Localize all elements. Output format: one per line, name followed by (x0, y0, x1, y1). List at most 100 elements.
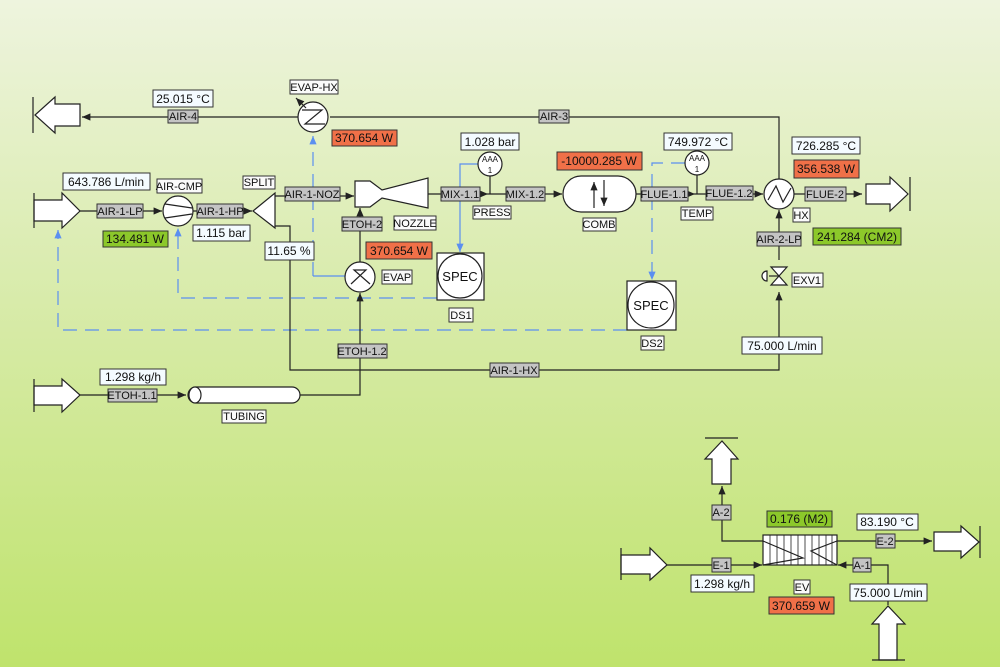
stream-a-1[interactable]: A-1 (852, 557, 872, 573)
block-label-ev: EV (793, 579, 811, 595)
stream-flue-1-2[interactable]: FLUE-1.2 (705, 185, 754, 201)
svg-text:AIR-2-LP: AIR-2-LP (756, 234, 801, 246)
block-label-tubing: TUBING (221, 409, 267, 424)
svg-text:SPLIT: SPLIT (244, 177, 275, 189)
svg-text:1.298 kg/h: 1.298 kg/h (694, 577, 750, 591)
combustor[interactable] (562, 175, 637, 213)
svg-text:TUBING: TUBING (223, 411, 265, 423)
svg-text:726.285 °C: 726.285 °C (796, 139, 857, 153)
stream-mix-1-1[interactable]: MIX-1.1 (440, 186, 481, 202)
stream-air-2-lp[interactable]: AIR-2-LP (756, 231, 802, 247)
air-compressor[interactable] (162, 195, 194, 227)
hx-area: 241.284 (CM2) (812, 227, 902, 246)
svg-text:SPEC: SPEC (442, 269, 477, 284)
svg-text:EVAP-HX: EVAP-HX (290, 82, 338, 94)
svg-text:1: 1 (695, 165, 700, 174)
svg-text:DS2: DS2 (641, 338, 662, 350)
block-label-air-cmp: AIR-CMP (156, 178, 203, 194)
temp-reading: 749.972 °C (663, 132, 733, 151)
svg-text:1.298 kg/h: 1.298 kg/h (105, 370, 161, 384)
ev-heat-exchanger[interactable] (762, 534, 838, 566)
svg-text:1.028 bar: 1.028 bar (465, 135, 516, 149)
block-label-split: SPLIT (242, 175, 276, 190)
svg-text:370.654 W: 370.654 W (335, 131, 394, 145)
ev-area: 0.176 (M2) (766, 510, 833, 528)
svg-text:AIR-1-HX: AIR-1-HX (490, 365, 538, 377)
stream-mix-1-2[interactable]: MIX-1.2 (505, 186, 546, 202)
svg-text:ETOH-2: ETOH-2 (342, 219, 382, 231)
svg-text:AAA: AAA (689, 154, 706, 163)
block-label-press: PRESS (472, 205, 512, 220)
svg-text:COMB: COMB (583, 219, 616, 231)
stream-air-3[interactable]: AIR-3 (538, 109, 570, 124)
tubing[interactable] (187, 386, 301, 404)
svg-text:25.015 °C: 25.015 °C (156, 92, 210, 106)
stream-etoh-1-2[interactable]: ETOH-1.2 (337, 343, 388, 359)
svg-text:75.000 L/min: 75.000 L/min (853, 586, 922, 600)
stream-e-1[interactable]: E-1 (711, 557, 732, 573)
hx-duty: 356.538 W (793, 159, 860, 179)
evap-duty: 370.654 W (365, 241, 433, 260)
svg-text:1: 1 (488, 166, 493, 175)
block-label-nozzle: NOZZLE (393, 215, 437, 231)
stream-air-4[interactable]: AIR-4 (167, 109, 199, 124)
svg-text:HX: HX (793, 210, 809, 222)
stream-a-2[interactable]: A-2 (711, 504, 732, 521)
temp-meter[interactable]: AAA 1 (684, 150, 710, 176)
ev-duty: 370.659 W (768, 596, 835, 615)
etoh-flow: 1.298 kg/h (99, 368, 167, 386)
design-spec-ds2[interactable]: SPEC (626, 280, 677, 331)
stream-etoh-1-1[interactable]: ETOH-1.1 (107, 388, 158, 403)
design-spec-ds1[interactable]: SPEC (436, 252, 485, 301)
product-arrow-a2 (703, 437, 740, 485)
stream-air-1-hx[interactable]: AIR-1-HX (489, 362, 540, 378)
evaporator[interactable] (344, 261, 376, 293)
svg-text:241.284 (CM2): 241.284 (CM2) (817, 230, 897, 244)
split-fraction: 11.65 % (264, 241, 315, 261)
svg-text:A-1: A-1 (853, 560, 870, 572)
svg-text:E-2: E-2 (876, 536, 893, 548)
stream-air-1-hp[interactable]: AIR-1-HP (196, 203, 244, 219)
svg-text:EV: EV (795, 582, 810, 594)
svg-text:TEMP: TEMP (682, 208, 713, 220)
svg-text:E-1: E-1 (712, 560, 729, 572)
svg-text:EVAP: EVAP (383, 272, 412, 284)
stream-air-1-lp[interactable]: AIR-1-LP (96, 203, 144, 219)
svg-text:DS1: DS1 (450, 310, 471, 322)
block-label-comb: COMB (582, 217, 617, 232)
block-label-temp: TEMP (680, 206, 714, 221)
svg-text:ETOH-1.1: ETOH-1.1 (107, 390, 156, 402)
heat-exchanger[interactable] (763, 178, 795, 210)
stream-flue-1-1[interactable]: FLUE-1.1 (640, 186, 689, 202)
svg-text:134.481 W: 134.481 W (106, 232, 165, 246)
svg-text:1.115 bar: 1.115 bar (196, 226, 246, 240)
evap-hx-heater[interactable] (295, 97, 329, 133)
block-label-hx: HX (792, 207, 811, 223)
stream-etoh-2[interactable]: ETOH-2 (341, 216, 383, 232)
expansion-valve[interactable] (761, 266, 789, 286)
svg-text:ETOH-1.2: ETOH-1.2 (337, 346, 386, 358)
svg-text:749.972 °C: 749.972 °C (668, 135, 729, 149)
ev-etoh-flow: 1.298 kg/h (690, 574, 755, 593)
svg-text:MIX-1.1: MIX-1.1 (441, 189, 480, 201)
svg-text:75.000 L/min: 75.000 L/min (747, 339, 816, 353)
splitter[interactable] (252, 191, 276, 230)
stream-e-2[interactable]: E-2 (875, 533, 896, 549)
nozzle[interactable] (354, 177, 429, 209)
press-meter[interactable]: AAA 1 (477, 151, 503, 177)
compressor-power: 134.481 W (102, 230, 169, 248)
stream-air-1-noz[interactable]: AIR-1-NOZ (284, 186, 341, 202)
evaphx-duty: 370.654 W (331, 129, 398, 147)
air4-temperature: 25.015 °C (152, 89, 214, 108)
block-label-exv1: EXV1 (791, 272, 824, 288)
product-arrow-air4 (32, 95, 81, 135)
svg-text:AIR-1-HP: AIR-1-HP (196, 206, 243, 218)
svg-text:NOZZLE: NOZZLE (393, 218, 436, 230)
svg-text:FLUE-2: FLUE-2 (806, 189, 844, 201)
block-label-evap: EVAP (381, 269, 413, 285)
svg-text:AIR-3: AIR-3 (540, 111, 568, 123)
ev-air-flow: 75.000 L/min (849, 583, 928, 602)
stream-flue-2[interactable]: FLUE-2 (804, 186, 847, 202)
svg-text:AIR-1-LP: AIR-1-LP (97, 206, 142, 218)
feed-arrow-etoh (33, 377, 81, 414)
